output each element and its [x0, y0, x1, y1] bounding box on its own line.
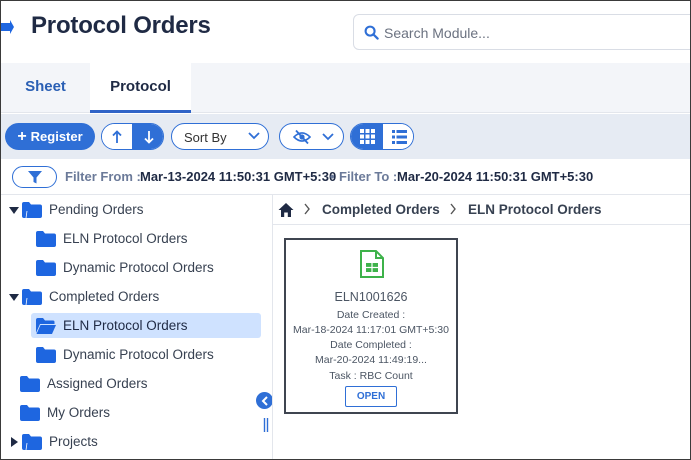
- list-icon: [391, 129, 407, 144]
- page-header: Protocol Orders: [1, 1, 690, 63]
- tree-item-label: Pending Orders: [49, 202, 144, 217]
- sort-by-dropdown[interactable]: Sort By: [171, 123, 269, 150]
- chevron-left-icon: [261, 395, 268, 406]
- breadcrumb-item-eln-protocol-orders[interactable]: ELN Protocol Orders: [468, 202, 602, 217]
- column-visibility-dropdown[interactable]: [279, 123, 344, 150]
- folder-icon: [36, 346, 56, 363]
- folder-icon: [20, 375, 40, 392]
- sort-descending-button[interactable]: [133, 124, 163, 149]
- chevron-right-icon: [304, 203, 310, 215]
- date-created-label: Date Created :: [336, 309, 406, 321]
- folder-icon: [36, 230, 56, 247]
- tree-item-label: Dynamic Protocol Orders: [63, 347, 214, 362]
- app-window: Protocol Orders Sheet Protocol + Registe…: [0, 0, 691, 460]
- tree-item-my-orders[interactable]: My Orders: [20, 400, 110, 425]
- tab-protocol[interactable]: Protocol: [90, 63, 191, 113]
- tree-item-label: Dynamic Protocol Orders: [63, 260, 214, 275]
- tree-item-completed-orders[interactable]: Completed Orders: [9, 284, 159, 309]
- tab-sheet[interactable]: Sheet: [1, 63, 90, 113]
- page-title: Protocol Orders: [31, 12, 211, 39]
- grid-icon: [359, 129, 375, 144]
- register-button[interactable]: + Register: [5, 123, 95, 150]
- chevron-right-icon: [450, 203, 456, 215]
- order-card[interactable]: ELN1001626 Date Created : Mar-18-2024 11…: [284, 238, 458, 414]
- collapse-sidebar-button[interactable]: [256, 392, 273, 409]
- date-completed-value: Mar-20-2024 11:49:19...: [315, 354, 427, 366]
- list-view-button[interactable]: [383, 124, 413, 149]
- chevron-down-icon: [322, 133, 334, 141]
- tree-item-label: My Orders: [47, 405, 111, 420]
- tree-item-pending-orders[interactable]: Pending Orders: [9, 197, 144, 222]
- task-text: Task : RBC Count: [329, 370, 413, 382]
- caret-right-icon: [11, 436, 18, 447]
- content-panel: Completed Orders ELN Protocol Orders ELN…: [272, 195, 690, 459]
- date-created-value: Mar-18-2024 11:17:01 GMT+5:30: [293, 324, 449, 336]
- filter-to-label: Filter To :: [339, 169, 398, 184]
- chevron-down-icon: [248, 132, 260, 140]
- search-icon: [364, 25, 379, 40]
- tree-item-label: Completed Orders: [49, 289, 160, 304]
- caret-down-icon: [9, 293, 19, 301]
- resize-handle-icon[interactable]: [263, 418, 269, 432]
- tree-item-completed-dynamic-protocol-orders[interactable]: Dynamic Protocol Orders: [36, 342, 214, 367]
- view-mode-group: [350, 123, 414, 150]
- tree-item-completed-eln-protocol-orders[interactable]: ELN Protocol Orders: [31, 313, 261, 338]
- filter-to-value: Mar-20-2024 11:50:31 GMT+5:30: [397, 169, 594, 184]
- folder-icon: [36, 259, 56, 276]
- sort-ascending-button[interactable]: [102, 124, 133, 149]
- filter-separator: •: [330, 169, 335, 184]
- tree-item-assigned-orders[interactable]: Assigned Orders: [20, 371, 148, 396]
- tab-bar: Sheet Protocol: [1, 63, 690, 113]
- search-box[interactable]: [353, 14, 690, 50]
- eye-off-icon: [293, 129, 311, 145]
- tree-item-pending-dynamic-protocol-orders[interactable]: Dynamic Protocol Orders: [36, 255, 214, 280]
- sort-by-label: Sort By: [184, 130, 227, 145]
- folder-open-icon: [36, 317, 56, 334]
- search-input[interactable]: [384, 22, 684, 44]
- caret-down-icon: [9, 206, 19, 214]
- filter-icon: [28, 171, 42, 184]
- folder-icon: [22, 201, 42, 218]
- register-label: Register: [30, 129, 83, 144]
- spreadsheet-document-icon: [360, 250, 384, 278]
- order-name: ELN1001626: [334, 290, 408, 304]
- sort-direction-group: [101, 123, 164, 150]
- breadcrumb-item-completed-orders[interactable]: Completed Orders: [322, 202, 440, 217]
- arrow-up-icon: [112, 129, 122, 143]
- home-icon[interactable]: [278, 202, 294, 218]
- filter-from-value: Mar-13-2024 11:50:31 GMT+5:30: [140, 169, 337, 184]
- arrow-down-icon: [143, 130, 154, 144]
- tree-item-label: ELN Protocol Orders: [63, 231, 188, 246]
- tree-item-label: ELN Protocol Orders: [63, 318, 188, 333]
- folder-icon: [22, 288, 42, 305]
- toolbar: + Register Sort By: [1, 114, 690, 159]
- plus-icon: +: [17, 127, 27, 145]
- filter-from-label: Filter From :: [65, 169, 141, 184]
- filter-bar: Filter From : Mar-13-2024 11:50:31 GMT+5…: [1, 159, 690, 195]
- grid-view-button[interactable]: [351, 124, 383, 149]
- folder-icon: [20, 404, 40, 421]
- folder-icon: [22, 433, 42, 450]
- tree-item-label: Assigned Orders: [47, 376, 148, 391]
- tree-item-pending-eln-protocol-orders[interactable]: ELN Protocol Orders: [36, 226, 188, 251]
- tree-item-projects[interactable]: Projects: [9, 429, 98, 454]
- folder-tree: Pending Orders ELN Protocol Orders Dynam…: [1, 195, 264, 459]
- filter-button[interactable]: [12, 166, 57, 188]
- tree-item-label: Projects: [49, 434, 98, 449]
- date-completed-label: Date Completed :: [330, 339, 412, 351]
- open-button[interactable]: OPEN: [345, 386, 397, 407]
- breadcrumb: Completed Orders ELN Protocol Orders: [273, 195, 690, 225]
- pin-icon[interactable]: [1, 19, 15, 35]
